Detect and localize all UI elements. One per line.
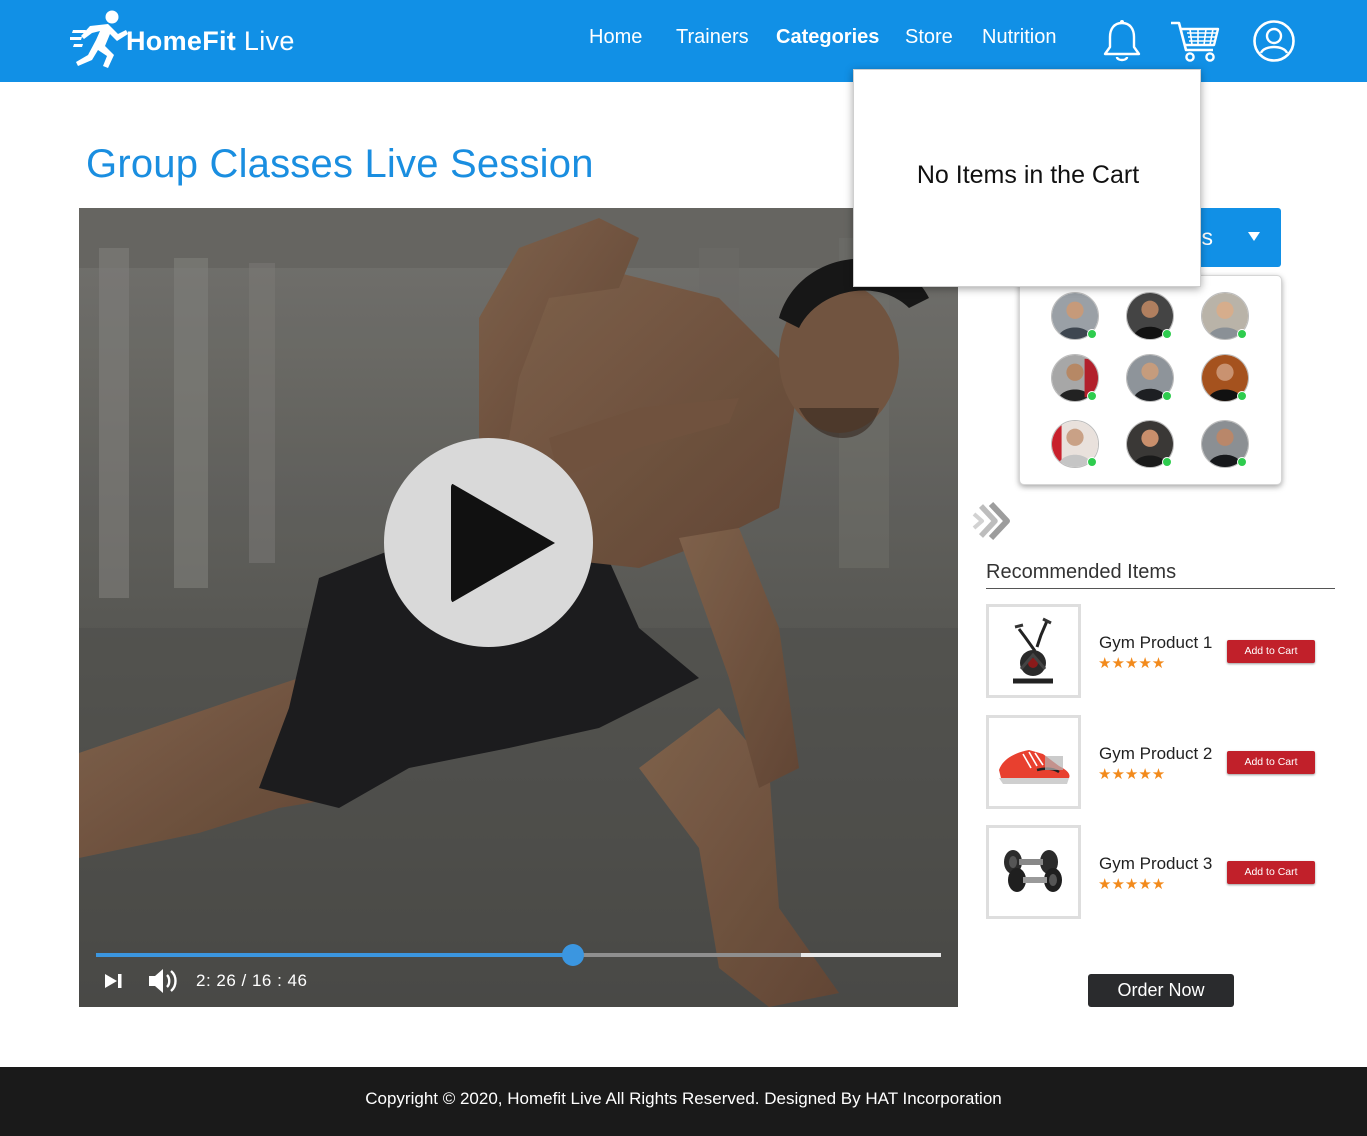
runner-logo-icon — [70, 10, 128, 68]
nav-home[interactable]: Home — [589, 26, 642, 49]
user-icon[interactable] — [1252, 19, 1296, 63]
product-image[interactable] — [986, 715, 1081, 809]
online-status-dot — [1162, 391, 1172, 401]
video-player[interactable]: 2: 26 / 16 : 46 — [79, 208, 958, 1007]
online-status-dot — [1237, 457, 1247, 467]
participant-avatar[interactable] — [1051, 354, 1099, 402]
product-name[interactable]: Gym Product 3 — [1099, 854, 1212, 874]
participant-avatar[interactable] — [1051, 420, 1099, 468]
brand-suffix: Live — [236, 25, 295, 56]
online-status-dot — [1237, 391, 1247, 401]
chevron-down-icon — [1248, 232, 1260, 241]
volume-icon[interactable] — [147, 966, 179, 996]
cart-popup: No Items in the Cart — [853, 69, 1201, 287]
product-rating: ★★★★★ — [1098, 876, 1166, 893]
play-icon — [451, 483, 555, 603]
footer-copyright: Copyright © 2020, Homefit Live All Right… — [365, 1089, 1002, 1108]
play-button[interactable] — [384, 438, 593, 647]
online-status-dot — [1237, 329, 1247, 339]
page-title: Group Classes Live Session — [86, 142, 594, 186]
divider — [986, 588, 1335, 589]
participant-avatar[interactable] — [1126, 420, 1174, 468]
product-name[interactable]: Gym Product 2 — [1099, 744, 1212, 764]
participants-panel — [1019, 275, 1282, 485]
participant-avatar[interactable] — [1126, 292, 1174, 340]
double-chevron-right-icon[interactable] — [971, 500, 1011, 542]
order-now-button[interactable]: Order Now — [1088, 974, 1234, 1007]
brand-bold: HomeFit — [126, 25, 237, 56]
elliptical-machine-icon — [1013, 617, 1053, 684]
product-rating: ★★★★★ — [1098, 655, 1166, 672]
participant-avatar[interactable] — [1051, 292, 1099, 340]
participant-avatar[interactable] — [1201, 420, 1249, 468]
participant-avatar[interactable] — [1126, 354, 1174, 402]
online-status-dot — [1162, 457, 1172, 467]
video-time: 2: 26 / 16 : 46 — [196, 971, 308, 990]
cart-icon[interactable] — [1170, 20, 1220, 64]
product-image[interactable] — [986, 604, 1081, 698]
nav-trainers[interactable]: Trainers — [676, 26, 749, 49]
participant-avatar[interactable] — [1201, 292, 1249, 340]
participant-avatar[interactable] — [1201, 354, 1249, 402]
online-status-dot — [1087, 391, 1097, 401]
online-status-dot — [1087, 329, 1097, 339]
video-progress-bar[interactable] — [96, 944, 941, 966]
nav-categories[interactable]: Categories — [776, 26, 879, 49]
product-image[interactable] — [986, 825, 1081, 919]
nav-nutrition[interactable]: Nutrition — [982, 26, 1056, 49]
cart-empty-message: No Items in the Cart — [916, 161, 1140, 189]
progress-played — [96, 953, 574, 957]
product-rating: ★★★★★ — [1098, 766, 1166, 783]
online-status-dot — [1162, 329, 1172, 339]
nav-store[interactable]: Store — [905, 26, 953, 49]
product-name[interactable]: Gym Product 1 — [1099, 633, 1212, 653]
footer: Copyright © 2020, Homefit Live All Right… — [0, 1067, 1367, 1136]
skip-next-icon[interactable] — [103, 972, 125, 990]
add-to-cart-button[interactable]: Add to Cart — [1227, 751, 1315, 774]
running-shoe-icon — [999, 750, 1070, 784]
logo[interactable]: HomeFit Live — [70, 8, 295, 74]
brand-name: HomeFit Live — [126, 26, 295, 57]
online-status-dot — [1087, 457, 1097, 467]
recommended-items-heading: Recommended Items — [986, 561, 1177, 583]
add-to-cart-button[interactable]: Add to Cart — [1227, 861, 1315, 884]
bell-icon[interactable] — [1102, 19, 1142, 63]
add-to-cart-button[interactable]: Add to Cart — [1227, 640, 1315, 663]
participants-dropdown-label: s — [1201, 224, 1214, 250]
dumbbells-icon — [1004, 850, 1062, 892]
